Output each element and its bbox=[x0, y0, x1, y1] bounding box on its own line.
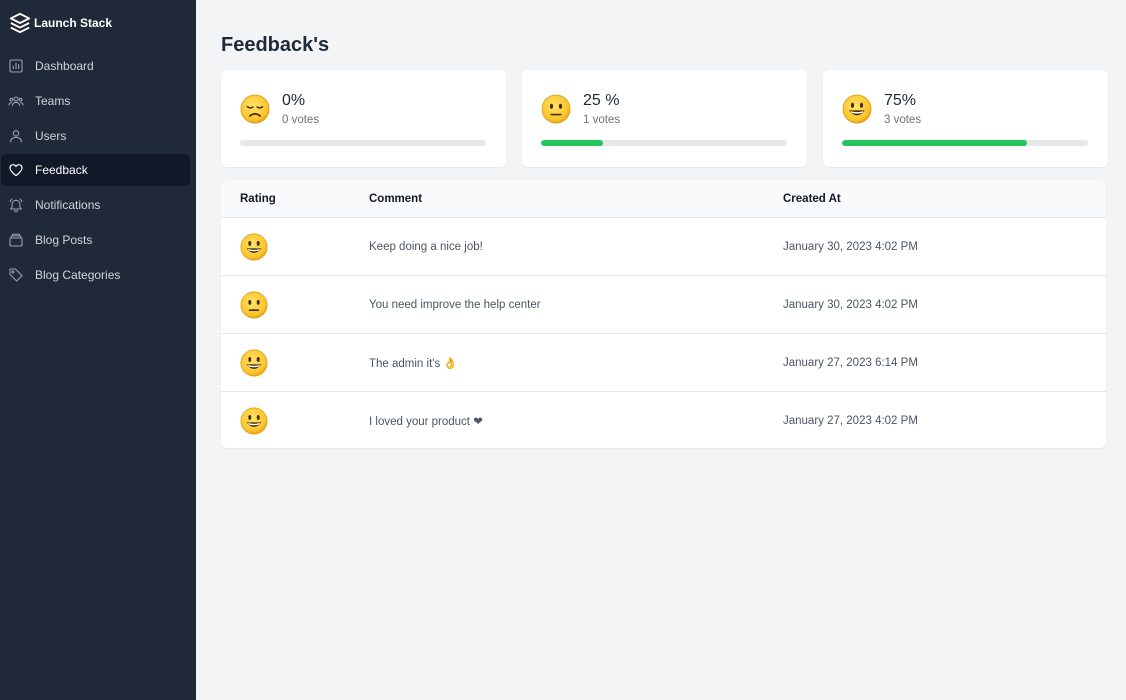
stat-votes: 3 votes bbox=[884, 114, 922, 126]
stat-percent: 75% bbox=[884, 92, 917, 109]
happy-face-icon bbox=[240, 407, 268, 435]
page-title: Feedback's bbox=[221, 34, 330, 56]
neutral-face-icon bbox=[240, 291, 268, 319]
table-header: Rating Comment Created At bbox=[221, 180, 1106, 218]
main-content: Feedback's 0% 0 votes 25 % 1 votes 75% 3… bbox=[196, 0, 1126, 700]
sidebar-item-label: Teams bbox=[35, 93, 71, 108]
table-row[interactable]: You need improve the help center January… bbox=[221, 276, 1106, 334]
users-group-icon bbox=[8, 96, 24, 106]
created-at-cell: January 30, 2023 4:02 PM bbox=[783, 240, 918, 253]
stat-progress-track bbox=[541, 140, 787, 146]
sidebar-item-label: Notifications bbox=[35, 198, 101, 213]
header-comment[interactable]: Comment bbox=[369, 193, 783, 205]
stat-progress-fill bbox=[842, 140, 1027, 146]
sidebar: Launch Stack Dashboard Teams Users Feedb… bbox=[0, 0, 196, 700]
happy-face-icon bbox=[240, 349, 268, 377]
stat-progress-fill bbox=[541, 140, 603, 146]
stat-card-sad: 0% 0 votes bbox=[221, 70, 506, 167]
comment-cell: Keep doing a nice job! bbox=[369, 240, 483, 253]
sidebar-item-blog-categories[interactable]: Blog Categories bbox=[1, 259, 190, 291]
sidebar-item-label: Feedback bbox=[35, 163, 88, 178]
comment-cell: You need improve the help center bbox=[369, 298, 541, 311]
stat-percent: 0% bbox=[282, 92, 306, 109]
table-row[interactable]: I loved your product ❤ January 27, 2023 … bbox=[221, 392, 1106, 448]
rating-cell bbox=[221, 407, 369, 435]
table-row[interactable]: The admin it's 👌 January 27, 2023 6:14 P… bbox=[221, 334, 1106, 392]
stat-votes: 0 votes bbox=[282, 114, 320, 126]
sidebar-item-label: Dashboard bbox=[35, 59, 94, 73]
sidebar-nav: Dashboard Teams Users Feedback Notificat… bbox=[0, 50, 196, 291]
logo-icon bbox=[9, 12, 31, 34]
tag-icon bbox=[9, 268, 23, 282]
user-icon bbox=[10, 129, 22, 143]
sidebar-item-feedback[interactable]: Feedback bbox=[1, 154, 190, 187]
sidebar-item-label: Blog Posts bbox=[35, 232, 93, 247]
sidebar-item-notifications[interactable]: Notifications bbox=[1, 189, 190, 221]
rating-cell bbox=[221, 291, 369, 319]
rating-cell bbox=[221, 233, 369, 261]
created-at-cell: January 30, 2023 4:02 PM bbox=[783, 298, 918, 311]
rating-cell bbox=[221, 349, 369, 377]
stat-progress-track bbox=[240, 140, 486, 146]
comment-cell: The admin it's 👌 bbox=[369, 357, 458, 370]
happy-face-icon bbox=[842, 94, 872, 124]
stat-progress-track bbox=[842, 140, 1088, 146]
sad-face-icon bbox=[240, 94, 270, 124]
sidebar-item-teams[interactable]: Teams bbox=[1, 85, 190, 117]
heart-icon bbox=[9, 164, 23, 177]
brand[interactable]: Launch Stack bbox=[0, 0, 196, 46]
header-rating[interactable]: Rating bbox=[221, 193, 369, 205]
created-at-cell: January 27, 2023 6:14 PM bbox=[783, 356, 918, 369]
neutral-face-icon bbox=[541, 94, 571, 124]
sidebar-item-dashboard[interactable]: Dashboard bbox=[1, 50, 190, 82]
stat-card-happy: 75% 3 votes bbox=[823, 70, 1108, 167]
stat-percent: 25 % bbox=[583, 92, 620, 109]
happy-face-icon bbox=[240, 233, 268, 261]
stat-votes: 1 votes bbox=[583, 114, 621, 126]
sidebar-item-label: Blog Categories bbox=[35, 267, 121, 282]
sidebar-item-blog-posts[interactable]: Blog Posts bbox=[1, 224, 190, 256]
table-row[interactable]: Keep doing a nice job! January 30, 2023 … bbox=[221, 218, 1106, 276]
feedback-table: Rating Comment Created At Keep doing a n… bbox=[221, 180, 1106, 448]
brand-name: Launch Stack bbox=[34, 16, 113, 30]
stat-card-neutral: 25 % 1 votes bbox=[522, 70, 807, 167]
header-created-at[interactable]: Created At bbox=[783, 193, 1106, 205]
bell-icon bbox=[9, 198, 23, 213]
sidebar-item-users[interactable]: Users bbox=[1, 120, 190, 152]
feedback-stats: 0% 0 votes 25 % 1 votes 75% 3 votes bbox=[221, 70, 1108, 167]
folder-icon bbox=[9, 233, 23, 247]
chart-icon bbox=[9, 59, 23, 73]
created-at-cell: January 27, 2023 4:02 PM bbox=[783, 415, 918, 427]
comment-cell: I loved your product ❤ bbox=[369, 416, 483, 428]
sidebar-item-label: Users bbox=[35, 128, 67, 143]
